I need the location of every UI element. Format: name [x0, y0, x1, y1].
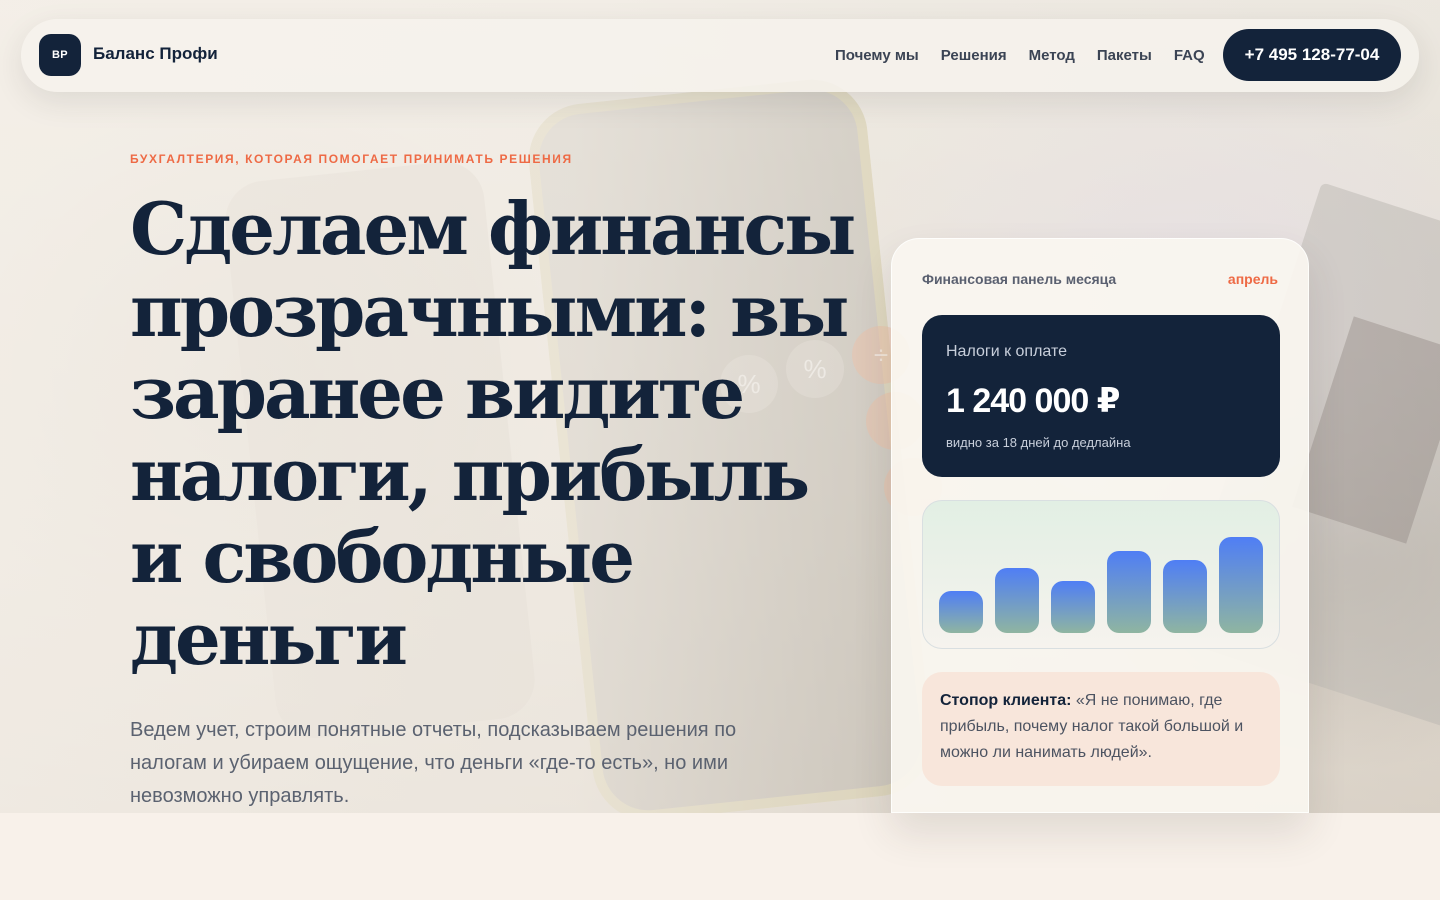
chart-bar-2 [995, 568, 1039, 633]
panel-title: Финансовая панель месяца [922, 271, 1117, 287]
quote-lead: Стопор клиента: [940, 692, 1072, 709]
nav-item-solutions[interactable]: Решения [941, 47, 1007, 64]
tax-label: Налоги к оплате [946, 343, 1068, 360]
chart-bar-3 [1051, 581, 1095, 633]
bar-chart [922, 500, 1280, 649]
nav-item-why-us[interactable]: Почему мы [835, 47, 919, 64]
chart-bar-5 [1163, 560, 1207, 633]
tax-note: видно за 18 дней до дедлайна [946, 435, 1131, 450]
page-bottom-band [0, 813, 1440, 900]
hero-lead: Ведем учет, строим понятные отчеты, подс… [130, 719, 737, 807]
brand-name[interactable]: Баланс Профи [93, 44, 218, 64]
finance-panel-card: Финансовая панель месяца апрель Налоги к… [891, 238, 1309, 813]
phone-button[interactable]: +7 495 128-77-04 [1223, 29, 1401, 81]
nav-item-faq[interactable]: FAQ [1174, 47, 1205, 64]
nav-item-method[interactable]: Метод [1029, 47, 1075, 64]
hero-eyebrow: БУХГАЛТЕРИЯ, КОТОРАЯ ПОМОГАЕТ ПРИНИМАТЬ … [130, 152, 573, 166]
chart-bar-6 [1219, 537, 1263, 633]
chart-bar-4 [1107, 551, 1151, 633]
client-quote: Стопор клиента: «Я не понимаю, где прибы… [922, 672, 1280, 786]
tax-amount: 1 240 000 ₽ [946, 382, 1120, 420]
panel-month: апрель [1227, 271, 1278, 287]
main-nav: Почему мы Решения Метод Пакеты FAQ [835, 47, 1227, 64]
nav-item-packages[interactable]: Пакеты [1097, 47, 1152, 64]
bar-chart-svg [939, 537, 1263, 633]
chart-bar-1 [939, 591, 983, 633]
site-header: BP Баланс Профи Почему мы Решения Метод … [21, 19, 1419, 92]
hero-headline: Сделаем финансы прозрачными: вы заранее … [130, 186, 856, 681]
logo-icon[interactable]: BP [39, 34, 81, 76]
tax-summary: Налоги к оплате 1 240 000 ₽ видно за 18 … [922, 315, 1280, 477]
